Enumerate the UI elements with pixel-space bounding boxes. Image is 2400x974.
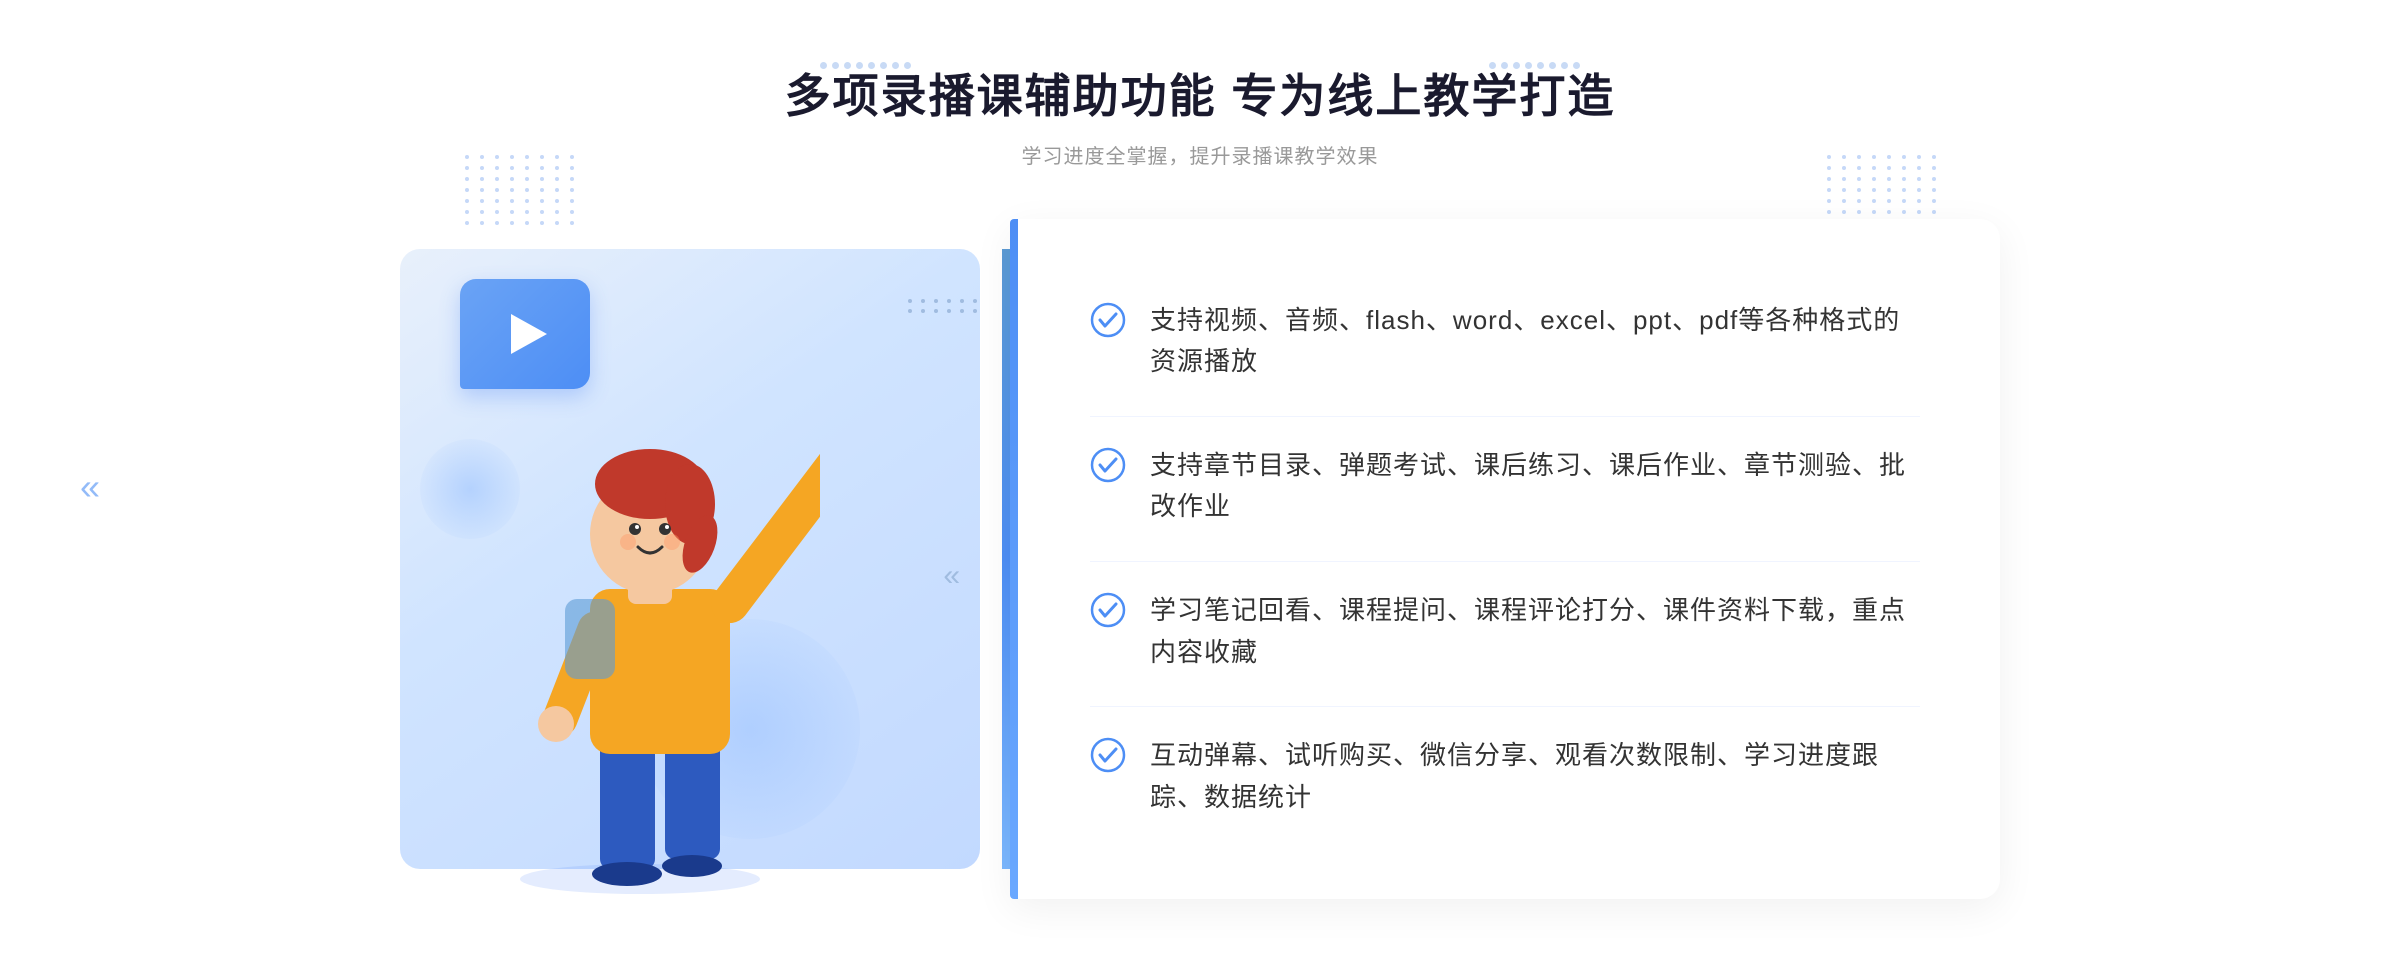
feature-item: 支持视频、音频、flash、word、excel、ppt、pdf等各种格式的资源… [1090,272,1920,411]
main-title: 多项录播课辅助功能 专为线上教学打造 [785,60,1616,126]
human-figure-illustration [480,359,820,899]
feature-text-2: 支持章节目录、弹题考试、课后练习、课后作业、章节测验、批改作业 [1150,445,1920,528]
feature-text-1: 支持视频、音频、flash、word、excel、ppt、pdf等各种格式的资源… [1150,300,1920,383]
main-content: « [400,219,2000,899]
check-icon-3 [1090,592,1126,628]
check-icon-1 [1090,302,1126,338]
check-icon-4 [1090,737,1126,773]
illustration-area: « [400,219,1020,899]
feature-item: 学习笔记回看、课程提问、课程评论打分、课件资料下载，重点内容收藏 [1090,561,1920,701]
feature-text-4: 互动弹幕、试听购买、微信分享、观看次数限制、学习进度跟踪、数据统计 [1150,735,1920,818]
check-icon-2 [1090,447,1126,483]
feature-item: 支持章节目录、弹题考试、课后练习、课后作业、章节测验、批改作业 [1090,416,1920,556]
panel-accent-bar [1010,219,1018,899]
dots-decoration-right [1827,155,1940,225]
page-container: 多项录播课辅助功能 专为线上教学打造 学习进度全掌握，提升录播课教学效果 « [0,0,2400,974]
title-section: 多项录播课辅助功能 专为线上教学打造 学习进度全掌握，提升录播课教学效果 [785,60,1616,169]
feature-text-3: 学习笔记回看、课程提问、课程评论打分、课件资料下载，重点内容收藏 [1150,590,1920,673]
sub-title: 学习进度全掌握，提升录播课教学效果 [785,140,1616,169]
dots-decoration-top-left [465,155,578,225]
left-arrow-icon: « [80,466,100,508]
chevron-decoration: « [943,559,960,593]
feature-item: 互动弹幕、试听购买、微信分享、观看次数限制、学习进度跟踪、数据统计 [1090,706,1920,846]
features-panel: 支持视频、音频、flash、word、excel、ppt、pdf等各种格式的资源… [1010,219,2000,899]
play-triangle-icon [511,314,547,354]
illus-dots-decoration [908,299,980,313]
